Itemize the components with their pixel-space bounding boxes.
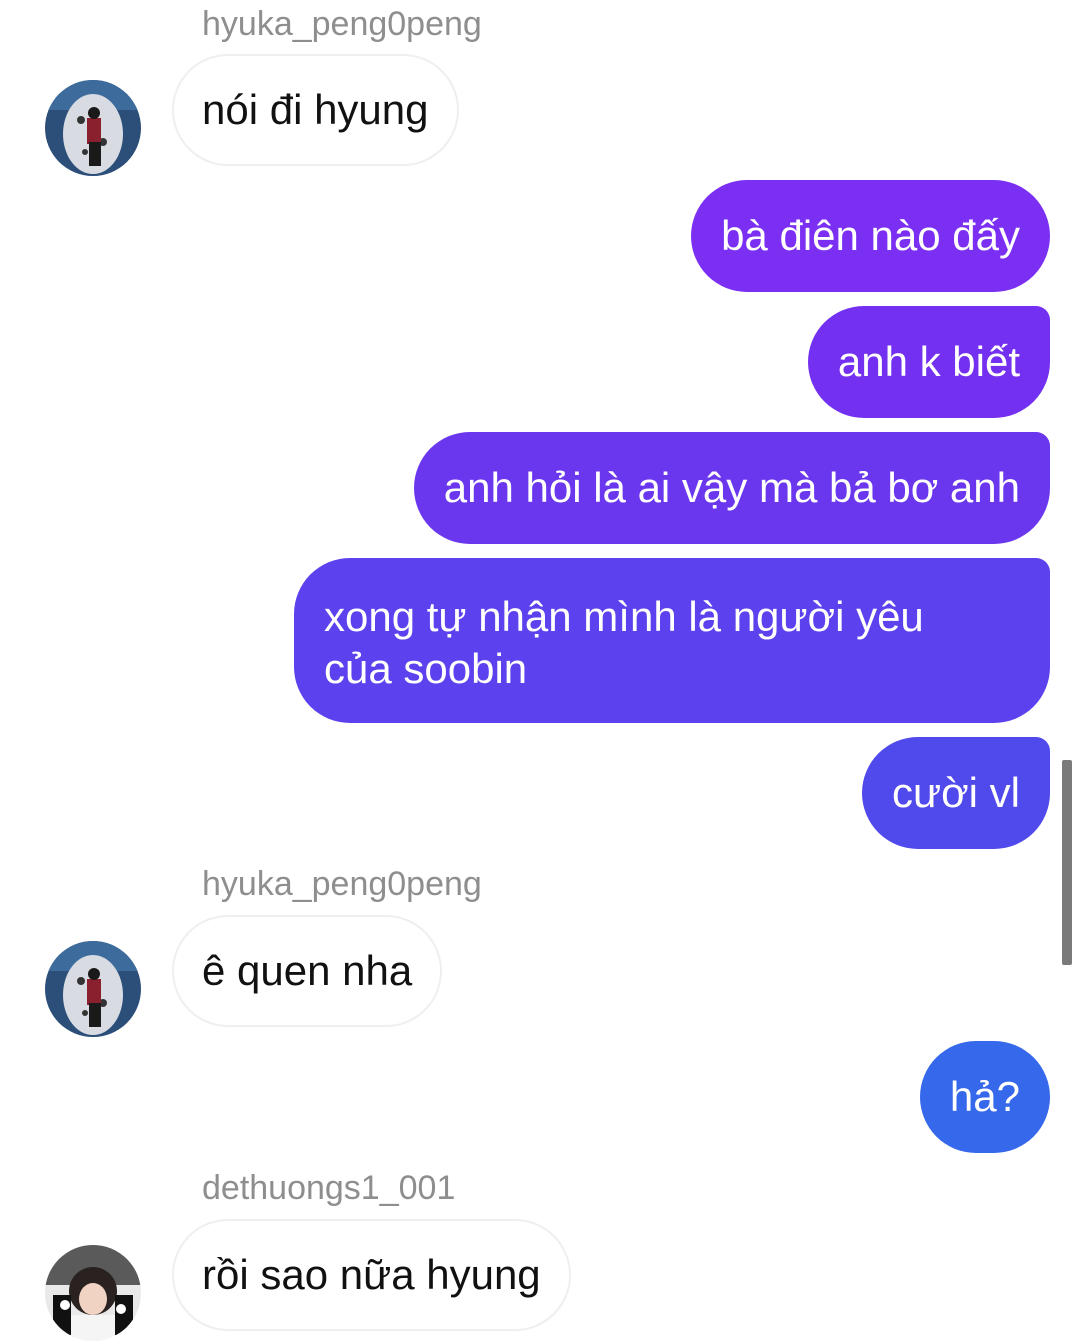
sender-name: hyuka_peng0peng <box>202 5 482 43</box>
avatar[interactable] <box>45 80 141 176</box>
avatar-photo-icon <box>45 80 141 176</box>
outgoing-message-bubble[interactable]: cười vl <box>862 737 1050 849</box>
outgoing-message-bubble[interactable]: bà điên nào đấy <box>691 180 1050 292</box>
outgoing-message-bubble[interactable]: hả? <box>919 1041 1050 1153</box>
avatar-photo-icon <box>45 1245 141 1341</box>
message-text: nói đi hyung <box>202 86 429 133</box>
outgoing-message-bubble[interactable]: anh hỏi là ai vậy mà bả bơ anh <box>413 432 1050 544</box>
incoming-message-bubble[interactable]: nói đi hyung <box>172 54 459 166</box>
message-text: cười vl <box>892 769 1020 816</box>
incoming-message-bubble[interactable]: ê quen nha <box>172 915 443 1027</box>
avatar-photo-icon <box>45 941 141 1037</box>
message-text: anh k biết <box>837 338 1020 385</box>
message-text: anh hỏi là ai vậy mà bả bơ anh <box>443 464 1020 511</box>
sender-name: hyuka_peng0peng <box>202 865 482 903</box>
outgoing-message-bubble[interactable]: anh k biết <box>807 306 1050 418</box>
message-text: hả? <box>949 1073 1020 1120</box>
scrollbar-thumb[interactable] <box>1062 760 1072 965</box>
sender-name: dethuongs1_001 <box>202 1169 456 1207</box>
message-text: rồi sao nữa hyung <box>202 1251 541 1298</box>
outgoing-message-bubble[interactable]: xong tự nhận mình là người yêu của soobi… <box>294 558 1050 723</box>
incoming-message-bubble[interactable]: rồi sao nữa hyung <box>172 1219 571 1331</box>
message-text-line: xong tự nhận mình là người yêu <box>324 592 924 640</box>
message-text: ê quen nha <box>202 947 413 994</box>
message-text: bà điên nào đấy <box>721 212 1020 259</box>
avatar[interactable] <box>45 941 141 1037</box>
avatar[interactable] <box>45 1245 141 1341</box>
message-text-line: của soobin <box>324 644 528 692</box>
